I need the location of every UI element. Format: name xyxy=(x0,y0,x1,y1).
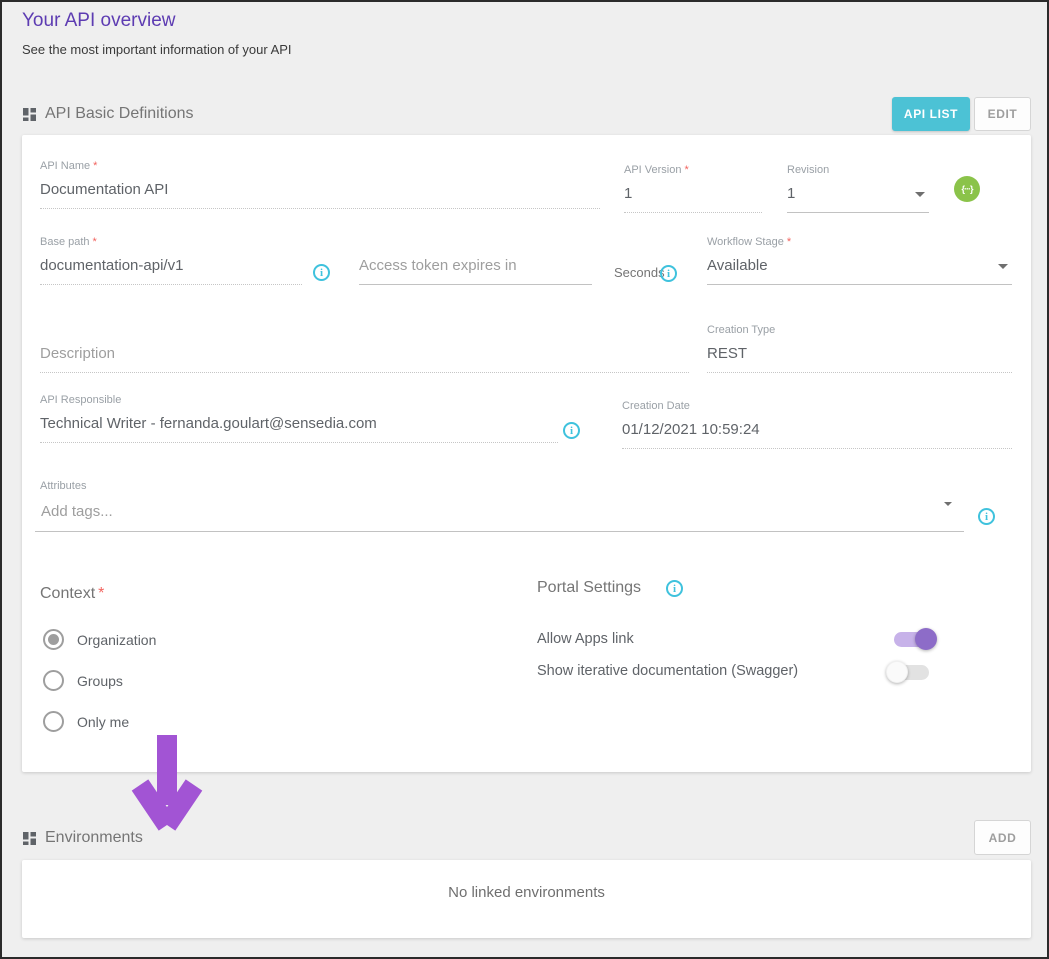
info-icon[interactable]: i xyxy=(313,264,330,281)
radio-option-organization[interactable]: Organization xyxy=(43,629,156,650)
api-responsible-value[interactable]: Technical Writer - fernanda.goulart@sens… xyxy=(40,414,558,443)
description-placeholder[interactable]: Description xyxy=(40,344,689,373)
edit-button[interactable]: EDIT xyxy=(974,97,1031,131)
show-swagger-doc-toggle[interactable] xyxy=(886,660,932,684)
section-title: API Basic Definitions xyxy=(45,105,194,123)
page-title: Your API overview xyxy=(22,10,176,32)
chevron-down-icon[interactable] xyxy=(944,502,952,506)
creation-type-field: Creation Type REST xyxy=(707,324,1012,373)
creation-date-field: Creation Date 01/12/2021 10:59:24 xyxy=(622,400,1012,449)
api-list-button[interactable]: API LIST xyxy=(892,97,970,131)
api-responsible-field[interactable]: API Responsible Technical Writer - ferna… xyxy=(40,394,558,443)
api-name-label: API Name xyxy=(40,160,90,172)
access-token-placeholder[interactable]: Access token expires in xyxy=(359,256,592,285)
annotation-arrow-down xyxy=(129,735,205,842)
workflow-stage-value: Available xyxy=(707,257,768,274)
api-design-icon[interactable]: {···} xyxy=(954,176,980,202)
api-version-value[interactable]: 1 xyxy=(624,184,762,213)
base-path-label: Base path xyxy=(40,236,90,248)
basic-definitions-section-header: API Basic Definitions xyxy=(23,105,194,123)
revision-label: Revision xyxy=(787,164,929,177)
creation-type-value: REST xyxy=(707,344,1012,373)
radio-label: Groups xyxy=(77,673,123,689)
api-name-value[interactable]: Documentation API xyxy=(40,180,600,209)
basic-definitions-card xyxy=(22,135,1031,772)
page-subtitle: See the most important information of yo… xyxy=(22,42,292,57)
info-icon[interactable]: i xyxy=(660,265,677,282)
radio-button-icon[interactable] xyxy=(43,670,64,691)
api-version-field[interactable]: API Version* 1 xyxy=(624,164,762,213)
info-icon[interactable]: i xyxy=(978,508,995,525)
creation-date-value: 01/12/2021 10:59:24 xyxy=(622,420,1012,449)
api-responsible-label: API Responsible xyxy=(40,394,558,407)
info-icon[interactable]: i xyxy=(666,580,683,597)
allow-apps-link-label: Allow Apps link xyxy=(537,631,634,647)
base-path-value[interactable]: documentation-api/v1 xyxy=(40,256,302,285)
creation-date-label: Creation Date xyxy=(622,400,1012,413)
grid-icon xyxy=(23,108,36,121)
required-asterisk: * xyxy=(684,164,688,176)
radio-label: Organization xyxy=(77,632,156,648)
radio-option-only-me[interactable]: Only me xyxy=(43,711,129,732)
toggle-knob[interactable] xyxy=(915,628,937,650)
radio-button-icon[interactable] xyxy=(43,629,64,650)
api-name-field[interactable]: API Name* Documentation API xyxy=(40,160,600,209)
attributes-tags-input[interactable]: Attributes Add tags... xyxy=(35,480,964,532)
grid-icon xyxy=(23,832,36,845)
radio-button-icon[interactable] xyxy=(43,711,64,732)
required-asterisk: * xyxy=(93,160,97,172)
api-version-label: API Version xyxy=(624,164,681,176)
required-asterisk: * xyxy=(787,236,791,248)
context-section-label: Context* xyxy=(40,585,104,603)
chevron-down-icon[interactable] xyxy=(998,264,1008,269)
no-environments-message: No linked environments xyxy=(22,884,1031,901)
revision-select[interactable]: Revision 1 xyxy=(787,164,929,213)
radio-option-groups[interactable]: Groups xyxy=(43,670,123,691)
attributes-placeholder: Add tags... xyxy=(41,503,113,520)
show-swagger-doc-label: Show iterative documentation (Swagger) xyxy=(537,663,798,679)
seconds-unit-label: Seconds xyxy=(614,265,665,280)
portal-settings-label: Portal Settings xyxy=(537,579,641,597)
attributes-label: Attributes xyxy=(35,480,964,493)
description-field[interactable]: Description xyxy=(40,324,689,373)
revision-value: 1 xyxy=(787,185,795,202)
toggle-knob[interactable] xyxy=(886,661,908,683)
info-icon[interactable]: i xyxy=(563,422,580,439)
required-asterisk: * xyxy=(98,585,104,602)
access-token-field[interactable]: Access token expires in xyxy=(359,236,592,285)
environments-card: No linked environments xyxy=(22,860,1031,938)
base-path-field[interactable]: Base path* documentation-api/v1 xyxy=(40,236,302,285)
environments-section-header: Environments xyxy=(23,829,143,847)
workflow-stage-label: Workflow Stage xyxy=(707,236,784,248)
allow-apps-link-toggle[interactable] xyxy=(891,627,937,651)
creation-type-label: Creation Type xyxy=(707,324,1012,337)
chevron-down-icon[interactable] xyxy=(915,192,925,197)
radio-label: Only me xyxy=(77,714,129,730)
add-environment-button[interactable]: ADD xyxy=(974,820,1031,855)
api-overview-page: Your API overview See the most important… xyxy=(0,0,1049,959)
workflow-stage-select[interactable]: Workflow Stage* Available xyxy=(707,236,1012,285)
required-asterisk: * xyxy=(93,236,97,248)
